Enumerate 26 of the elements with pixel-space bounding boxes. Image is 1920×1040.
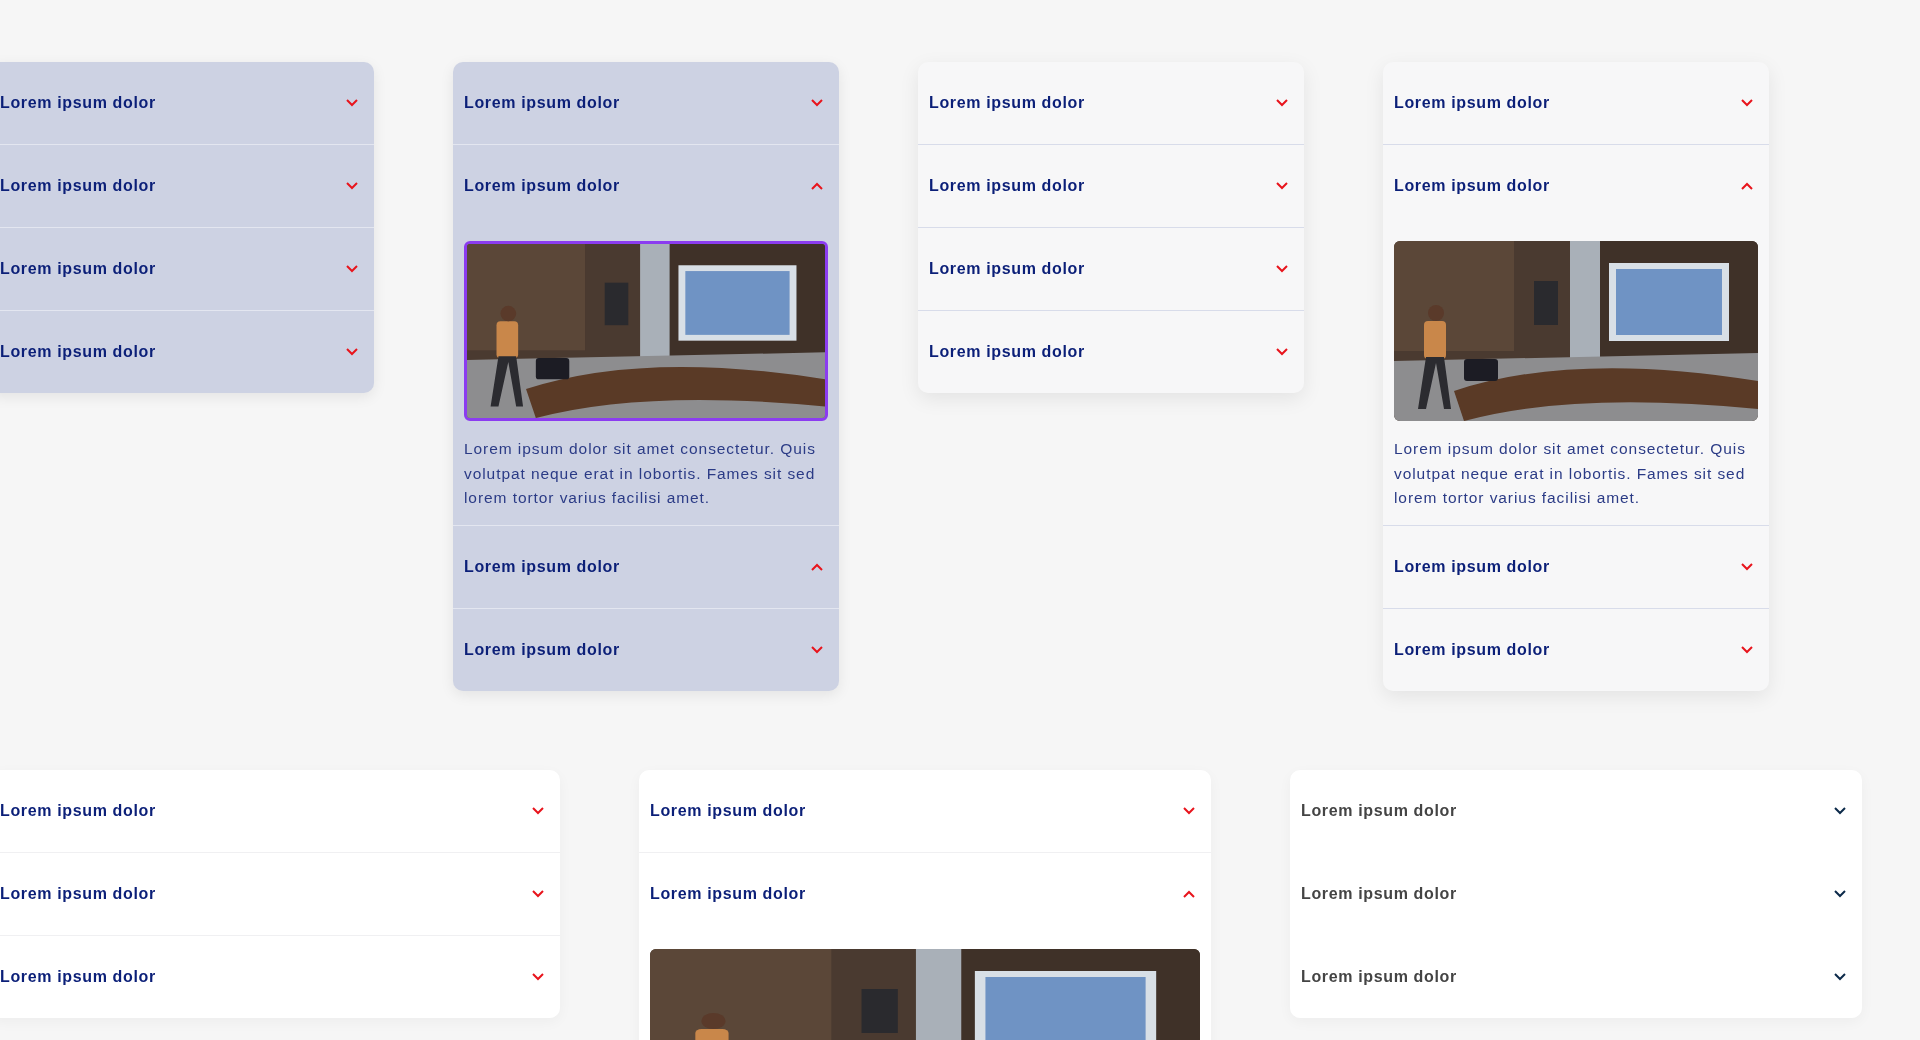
accordion-header[interactable]: Lorem ipsum dolor (918, 311, 1304, 393)
accordion-header[interactable]: Lorem ipsum dolor (1290, 770, 1862, 852)
accordion-header[interactable]: Lorem ipsum dolor (0, 853, 560, 935)
accordion-header[interactable]: Lorem ipsum dolor (918, 145, 1304, 227)
accordion-header[interactable]: Lorem ipsum dolor (639, 853, 1211, 935)
accordion-header[interactable]: Lorem ipsum dolor (0, 62, 374, 144)
accordion-header[interactable]: Lorem ipsum dolor (0, 936, 560, 1018)
accordion-header[interactable]: Lorem ipsum dolor (453, 525, 839, 608)
accordion-header[interactable]: Lorem ipsum dolor (1290, 936, 1862, 1018)
accordion-header[interactable]: Lorem ipsum dolor (453, 608, 839, 691)
accordion-header[interactable]: Lorem ipsum dolor (1383, 525, 1769, 608)
accordion-header[interactable]: Lorem ipsum dolor (0, 145, 374, 227)
accordion-header[interactable]: Lorem ipsum dolor (1383, 62, 1769, 144)
body-text: Lorem ipsum dolor sit amet consectetur. Quis volutpat neque erat in lobortis. Fames sit sed lorem tortor varius facilisi amet. (1394, 439, 1747, 508)
accordion-header[interactable]: Lorem ipsum dolor (453, 62, 839, 144)
accordion-header[interactable]: Lorem ipsum dolor (453, 145, 839, 227)
accordion-header[interactable]: Lorem ipsum dolor (1383, 145, 1769, 227)
accordion-header[interactable]: Lorem ipsum dolor (639, 770, 1211, 852)
accordion-header[interactable]: Lorem ipsum dolor (1290, 853, 1862, 935)
accordion-header[interactable]: Lorem ipsum dolor (1383, 608, 1769, 691)
accordion-header[interactable]: Lorem ipsum dolor (918, 228, 1304, 310)
body-text: Lorem ipsum dolor sit amet consectetur. Quis volutpat neque erat in lobortis. Fames sit sed lorem tortor varius facilisi amet. (464, 439, 817, 508)
accordion-header[interactable]: Lorem ipsum dolor (918, 62, 1304, 144)
accordion-header[interactable]: Lorem ipsum dolor (0, 311, 374, 393)
accordion-header[interactable]: Lorem ipsum dolor (0, 228, 374, 310)
accordion-header[interactable]: Lorem ipsum dolor (0, 770, 560, 852)
